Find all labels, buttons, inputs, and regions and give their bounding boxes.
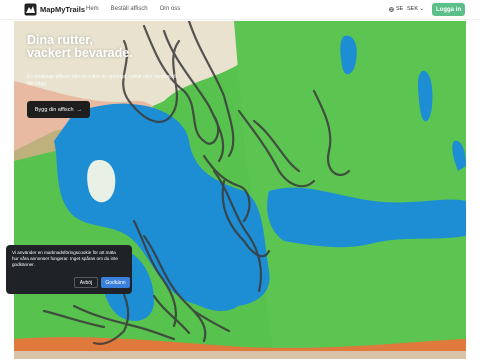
language-selector[interactable]: SE <box>389 6 403 12</box>
brand-logo[interactable]: MapMyTrails <box>24 3 85 16</box>
chevron-down-icon: ⌄ <box>419 6 425 12</box>
top-navbar: MapMyTrails Hem Beställ affisch Om oss S… <box>0 0 480 20</box>
hero-title: Dina rutter, vackert bevarade. <box>27 33 133 60</box>
map-logo-icon <box>24 3 37 16</box>
language-label: SE <box>396 6 404 12</box>
hero-subtitle: En heatmap-affisch från de rutter du spr… <box>27 74 177 87</box>
build-poster-button[interactable]: Bygg din affisch → <box>27 101 90 118</box>
arrow-right-icon: → <box>76 106 83 113</box>
cookie-decline-button[interactable]: Avböj <box>74 277 98 288</box>
brand-name: MapMyTrails <box>40 5 86 14</box>
login-button[interactable]: Logga in <box>432 3 465 16</box>
hero-section: Dina rutter, vackert bevarade. En heatma… <box>14 21 466 359</box>
nav-link-home[interactable]: Hem <box>86 6 99 12</box>
nav-link-about[interactable]: Om oss <box>160 6 181 12</box>
cookie-text: Vi använder en marknadsföringscookie för… <box>12 250 118 267</box>
currency-selector[interactable]: SEK ⌄ <box>407 6 424 12</box>
nav-link-order-poster[interactable]: Beställ affisch <box>111 6 148 12</box>
cookie-accept-button[interactable]: Godkänn <box>101 277 130 288</box>
heatmap-poster-image <box>14 21 466 359</box>
globe-icon <box>389 6 394 12</box>
build-poster-label: Bygg din affisch <box>34 106 74 113</box>
nav-links: Hem Beställ affisch Om oss <box>86 6 180 12</box>
cookie-banner: Vi använder en marknadsföringscookie för… <box>6 245 132 294</box>
currency-label: SEK <box>407 6 419 12</box>
